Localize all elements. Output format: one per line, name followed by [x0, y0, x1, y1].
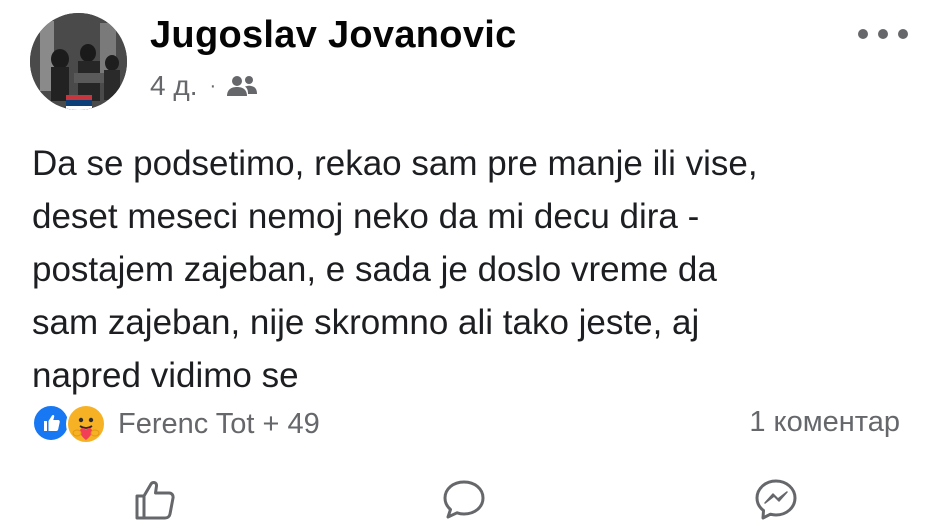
facebook-post: Jugoslav Jovanovic 4 д. · Da se podsetim… [0, 0, 930, 525]
post-meta: 4 д. · [150, 70, 258, 102]
reaction-icons [32, 402, 112, 446]
like-button[interactable] [132, 477, 180, 521]
comments-count[interactable]: 1 коментар [749, 406, 900, 439]
like-icon [135, 480, 175, 520]
post-time[interactable]: 4 д. [150, 70, 197, 102]
comment-icon [443, 480, 485, 519]
post-text: Da se podsetimo, rekao sam pre manje ili… [32, 144, 758, 395]
more-options-icon[interactable] [858, 24, 908, 44]
serbian-flag-icon [66, 95, 92, 110]
care-icon [66, 404, 106, 444]
meta-separator: · [209, 74, 217, 97]
messenger-icon [755, 479, 797, 520]
reactions-text[interactable]: Ferenc Tot + 49 [118, 408, 320, 441]
friends-icon[interactable] [226, 74, 258, 98]
avatar[interactable] [30, 13, 127, 110]
like-icon [32, 404, 70, 442]
reactions-summary[interactable]: Ferenc Tot + 49 [32, 402, 320, 446]
comment-button[interactable] [440, 477, 488, 521]
messenger-button[interactable] [752, 477, 800, 521]
action-bar [0, 473, 930, 525]
author-name[interactable]: Jugoslav Jovanovic [150, 14, 517, 57]
